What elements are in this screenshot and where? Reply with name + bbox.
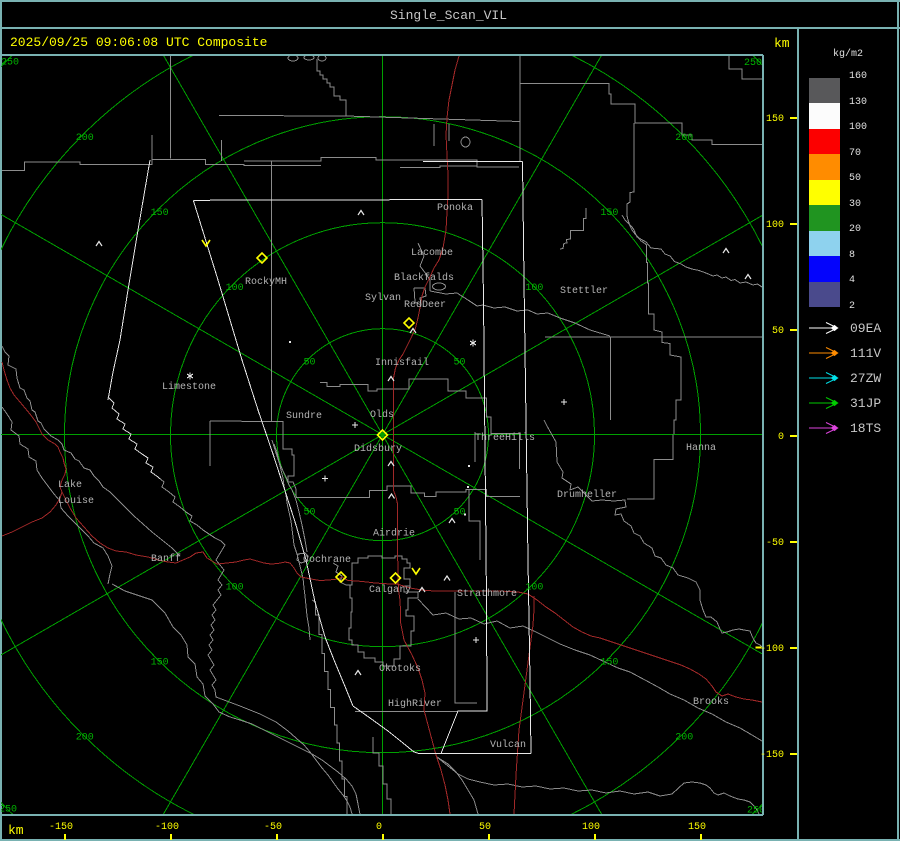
svg-text:200: 200 [675, 733, 693, 744]
svg-text:150: 150 [600, 658, 618, 669]
svg-text:100: 100 [525, 583, 543, 594]
svg-text:Airdrie: Airdrie [373, 528, 415, 540]
svg-text:Limestone: Limestone [162, 381, 216, 393]
svg-text:Innisfail: Innisfail [375, 357, 429, 369]
svg-text:50: 50 [453, 358, 465, 369]
svg-text:HighRiver: HighRiver [388, 698, 442, 710]
svg-text:100: 100 [525, 283, 543, 294]
svg-text:250: 250 [1, 805, 17, 815]
svg-text:ThreeHills: ThreeHills [475, 432, 535, 444]
svg-text:150: 150 [600, 208, 618, 219]
svg-text:Lake: Lake [58, 479, 82, 491]
svg-text:Blackfalds: Blackfalds [394, 272, 454, 284]
svg-text:200: 200 [675, 133, 693, 144]
svg-text:150: 150 [151, 208, 169, 219]
svg-text:Brooks: Brooks [693, 696, 729, 708]
svg-text:Calgary: Calgary [369, 584, 411, 596]
svg-text:Ponoka: Ponoka [437, 202, 473, 214]
svg-text:100: 100 [226, 283, 244, 294]
svg-text:Didsbury: Didsbury [354, 443, 402, 455]
svg-text:50: 50 [453, 508, 465, 519]
svg-text:250: 250 [744, 58, 762, 69]
svg-text:Okotoks: Okotoks [379, 663, 421, 675]
svg-text:50: 50 [303, 358, 315, 369]
svg-text:200: 200 [76, 133, 94, 144]
svg-text:Hanna: Hanna [686, 443, 716, 454]
svg-text:Sylvan: Sylvan [365, 292, 401, 304]
svg-text:Lacombe: Lacombe [411, 247, 453, 259]
svg-text:100: 100 [226, 583, 244, 594]
svg-text:Sundre: Sundre [286, 410, 322, 422]
svg-text:RockyMH: RockyMH [245, 276, 287, 288]
svg-text:Louise: Louise [58, 495, 94, 507]
svg-text:150: 150 [151, 658, 169, 669]
svg-text:Cochrane: Cochrane [303, 554, 351, 566]
svg-text:Banff: Banff [151, 553, 181, 565]
svg-text:200: 200 [76, 733, 94, 744]
svg-text:250: 250 [1, 58, 19, 69]
svg-text:50: 50 [303, 508, 315, 519]
svg-text:Stettler: Stettler [560, 285, 608, 297]
svg-text:RedDeer: RedDeer [404, 299, 446, 311]
svg-text:Drumheller: Drumheller [557, 489, 617, 501]
svg-text:250: 250 [747, 806, 762, 815]
svg-text:Vulcan: Vulcan [490, 739, 526, 751]
svg-text:Strathmore: Strathmore [457, 588, 517, 600]
svg-text:Olds: Olds [370, 409, 394, 421]
